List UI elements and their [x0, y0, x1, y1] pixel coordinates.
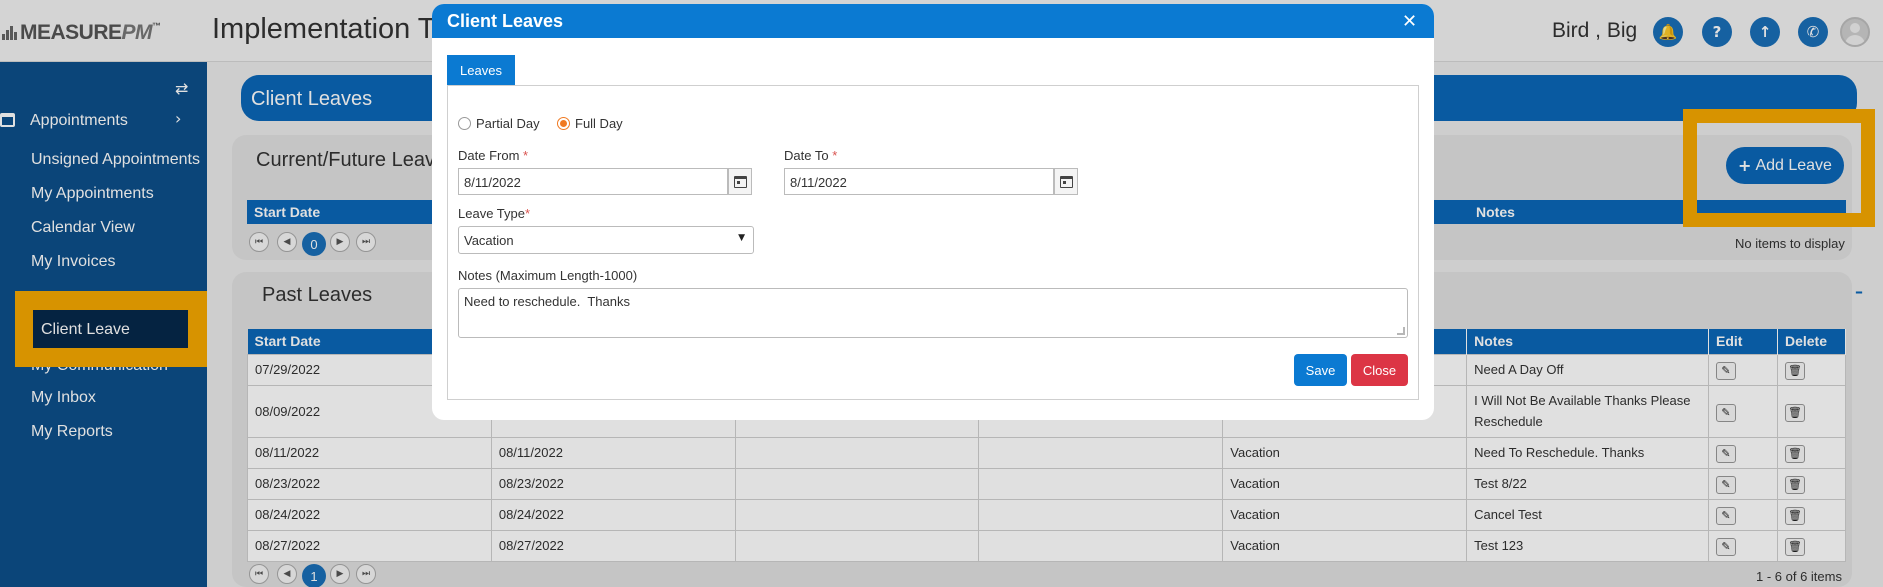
notes-textarea[interactable]: Need to reschedule. Thanks — [458, 288, 1408, 338]
notes-value: Need to reschedule. Thanks — [464, 294, 630, 309]
close-icon[interactable]: ✕ — [1402, 11, 1417, 32]
client-leaves-modal: Client Leaves ✕ Leaves Partial Day Full … — [432, 4, 1434, 420]
calendar-icon — [733, 175, 747, 188]
notes-label: Notes (Maximum Length-1000) — [458, 268, 638, 283]
partial-day-label: Partial Day — [476, 116, 540, 131]
partial-day-radio[interactable]: Partial Day — [458, 116, 540, 131]
date-from-calendar-button[interactable] — [728, 168, 752, 195]
modal-form: Partial Day Full Day Date From * 8/11/20… — [447, 85, 1419, 400]
date-to-label: Date To * — [784, 148, 838, 163]
leave-type-label: Leave Type* — [458, 206, 531, 221]
date-to-calendar-button[interactable] — [1054, 168, 1078, 195]
modal-header: Client Leaves ✕ — [432, 4, 1434, 38]
date-to-input[interactable]: 8/11/2022 — [784, 168, 1054, 195]
tab-leaves[interactable]: Leaves — [447, 55, 515, 86]
caret-down-icon: ▼ — [738, 233, 745, 243]
date-from-input[interactable]: 8/11/2022 — [458, 168, 728, 195]
resize-grip-icon[interactable] — [1397, 327, 1405, 335]
leave-type-value: Vacation — [464, 233, 514, 248]
radio-circle — [458, 117, 471, 130]
close-button[interactable]: Close — [1351, 354, 1408, 386]
full-day-label: Full Day — [575, 116, 623, 131]
modal-title: Client Leaves — [447, 11, 564, 31]
date-from-label: Date From * — [458, 148, 529, 163]
full-day-radio[interactable]: Full Day — [557, 116, 623, 131]
leave-type-select[interactable]: Vacation ▼ — [458, 226, 754, 254]
save-button[interactable]: Save — [1294, 354, 1347, 386]
radio-circle-selected — [557, 117, 570, 130]
calendar-icon — [1059, 175, 1073, 188]
